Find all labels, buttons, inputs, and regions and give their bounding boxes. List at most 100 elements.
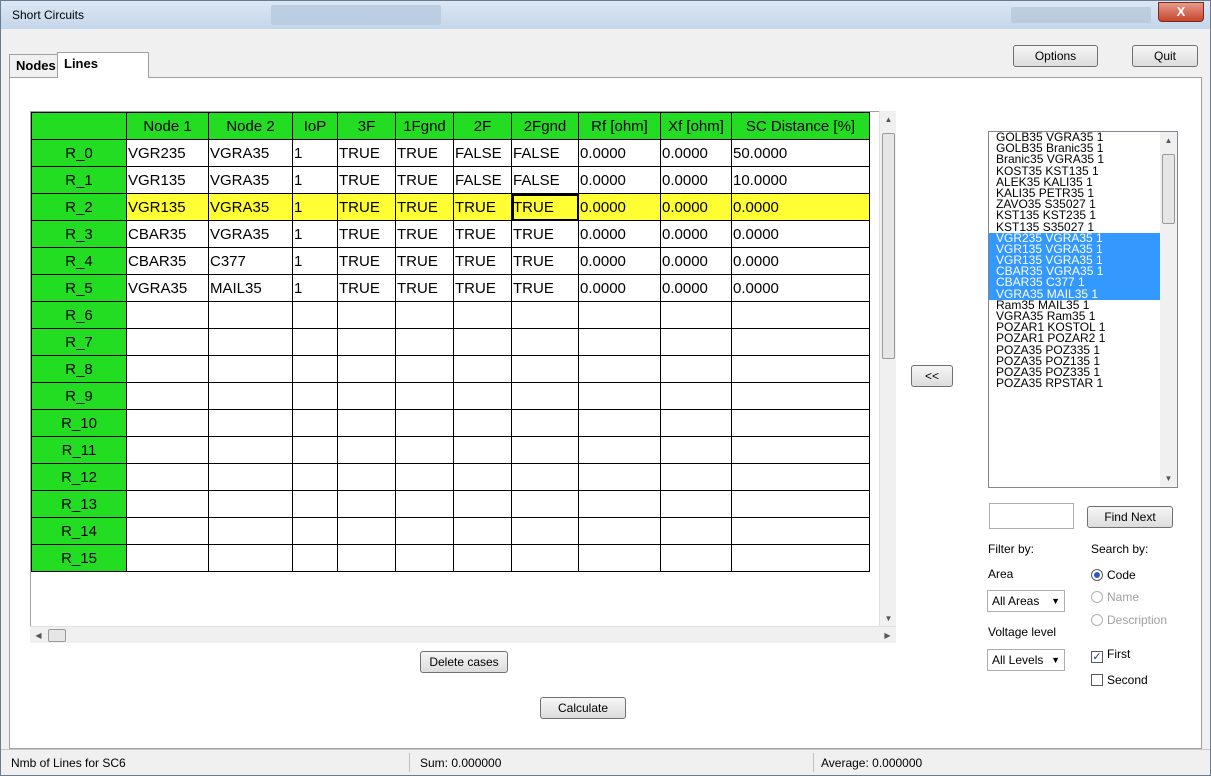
grid-column-header[interactable]: Node 1 [126, 112, 209, 140]
grid-cell[interactable] [660, 490, 732, 518]
grid-cell[interactable] [453, 490, 512, 518]
row-header[interactable]: R_6 [31, 301, 127, 329]
grid-cell[interactable]: 10.0000 [731, 166, 870, 194]
grid-cell[interactable] [126, 301, 209, 329]
grid-cell[interactable] [126, 490, 209, 518]
grid-cell[interactable]: 0.0000 [578, 220, 661, 248]
grid-cell[interactable] [511, 409, 579, 437]
grid-cell[interactable] [395, 544, 454, 572]
grid-cell[interactable] [731, 301, 870, 329]
grid-cell[interactable]: 0.0000 [660, 247, 732, 275]
grid-cell[interactable] [660, 382, 732, 410]
grid-cell[interactable]: MAIL35 [208, 274, 293, 302]
grid-cell[interactable] [337, 463, 396, 491]
grid-cell[interactable]: TRUE [337, 247, 396, 275]
grid-cell[interactable] [731, 544, 870, 572]
grid-cell[interactable]: FALSE [511, 166, 579, 194]
table-row[interactable]: R_13 [31, 490, 870, 518]
table-row[interactable]: R_6 [31, 301, 870, 329]
grid-cell[interactable] [660, 436, 732, 464]
tab-nodes[interactable]: Nodes [9, 54, 59, 77]
grid-cell[interactable] [395, 355, 454, 383]
grid-column-header[interactable]: 2F [453, 112, 512, 140]
scroll-left-icon[interactable]: ◀ [30, 627, 47, 644]
grid-cell[interactable] [208, 382, 293, 410]
table-row[interactable]: R_12 [31, 463, 870, 491]
grid-cell[interactable] [453, 355, 512, 383]
grid-cell[interactable] [511, 490, 579, 518]
grid-cell[interactable] [660, 517, 732, 545]
search-by-description-radio[interactable]: Description [1091, 613, 1167, 627]
grid-cell[interactable] [578, 463, 661, 491]
delete-cases-button[interactable]: Delete cases [420, 651, 508, 673]
grid-cell[interactable]: TRUE [511, 274, 579, 302]
grid-cell[interactable] [126, 463, 209, 491]
grid-cell[interactable] [292, 544, 338, 572]
grid-cell[interactable]: 0.0000 [731, 247, 870, 275]
listbox-scrollbar[interactable]: ▲ ▼ [1160, 132, 1177, 487]
row-header[interactable]: R_15 [31, 544, 127, 572]
grid-cell[interactable]: TRUE [395, 139, 454, 167]
row-header[interactable]: R_7 [31, 328, 127, 356]
grid-cell[interactable]: 0.0000 [660, 274, 732, 302]
grid-cell[interactable] [395, 517, 454, 545]
grid-cell[interactable] [208, 463, 293, 491]
grid-cell[interactable]: VGR235 [126, 139, 209, 167]
grid-cell[interactable]: 50.0000 [731, 139, 870, 167]
grid-cell[interactable] [208, 517, 293, 545]
grid-column-header[interactable]: 1Fgnd [395, 112, 454, 140]
grid-cell[interactable] [453, 436, 512, 464]
grid-cell[interactable] [208, 409, 293, 437]
options-button[interactable]: Options [1013, 45, 1098, 67]
grid-column-header[interactable]: Xf [ohm] [660, 112, 732, 140]
grid-cell[interactable] [292, 436, 338, 464]
scroll-up-icon[interactable]: ▲ [880, 111, 897, 128]
row-header[interactable]: R_13 [31, 490, 127, 518]
grid-cell[interactable] [578, 517, 661, 545]
grid-cell[interactable] [395, 301, 454, 329]
grid-cell[interactable] [292, 463, 338, 491]
grid-hscroll-thumb[interactable] [48, 629, 66, 642]
grid-cell[interactable]: 1 [292, 274, 338, 302]
grid-column-header[interactable]: IoP [292, 112, 338, 140]
grid-cell[interactable]: TRUE [337, 274, 396, 302]
grid-cell[interactable] [731, 382, 870, 410]
grid-cell[interactable] [126, 544, 209, 572]
grid-cell[interactable] [578, 490, 661, 518]
grid-cell[interactable]: C377 [208, 247, 293, 275]
grid-cell[interactable] [292, 355, 338, 383]
grid-cell[interactable] [731, 409, 870, 437]
grid-cell[interactable]: VGR135 [126, 166, 209, 194]
grid-cell[interactable]: TRUE [395, 274, 454, 302]
grid-cell[interactable] [453, 301, 512, 329]
calculate-button[interactable]: Calculate [540, 697, 626, 719]
table-row[interactable]: R_0 VGR235 VGRA35 1 TRUE TRUE FALSE FALSE 0.0000… [31, 139, 870, 167]
row-header[interactable]: R_3 [31, 220, 127, 248]
grid-cell[interactable] [660, 301, 732, 329]
grid-cell[interactable]: VGR135 [126, 193, 209, 221]
grid-cell[interactable] [453, 382, 512, 410]
grid-column-header[interactable]: Node 2 [208, 112, 293, 140]
row-header[interactable]: R_4 [31, 247, 127, 275]
grid-cell[interactable] [395, 463, 454, 491]
grid-column-header[interactable]: 2Fgnd [511, 112, 579, 140]
grid-cell[interactable]: TRUE [453, 274, 512, 302]
grid-cell[interactable]: TRUE [337, 193, 396, 221]
grid-cell[interactable] [660, 328, 732, 356]
grid-cell[interactable]: FALSE [511, 139, 579, 167]
grid-cell[interactable]: TRUE [395, 247, 454, 275]
grid-cell[interactable] [337, 517, 396, 545]
row-header[interactable]: R_1 [31, 166, 127, 194]
grid-cell[interactable] [208, 355, 293, 383]
grid-cell[interactable]: VGRA35 [208, 166, 293, 194]
table-row[interactable]: R_14 [31, 517, 870, 545]
grid-cell[interactable] [395, 490, 454, 518]
grid-cell[interactable]: 0.0000 [578, 274, 661, 302]
table-row[interactable]: R_15 [31, 544, 870, 572]
scroll-down-icon[interactable]: ▼ [880, 610, 897, 627]
grid-column-header[interactable]: SC Distance [%] [731, 112, 870, 140]
grid-cell[interactable] [126, 328, 209, 356]
table-row[interactable]: R_10 [31, 409, 870, 437]
grid-cell[interactable]: 1 [292, 139, 338, 167]
grid-cell[interactable] [660, 463, 732, 491]
